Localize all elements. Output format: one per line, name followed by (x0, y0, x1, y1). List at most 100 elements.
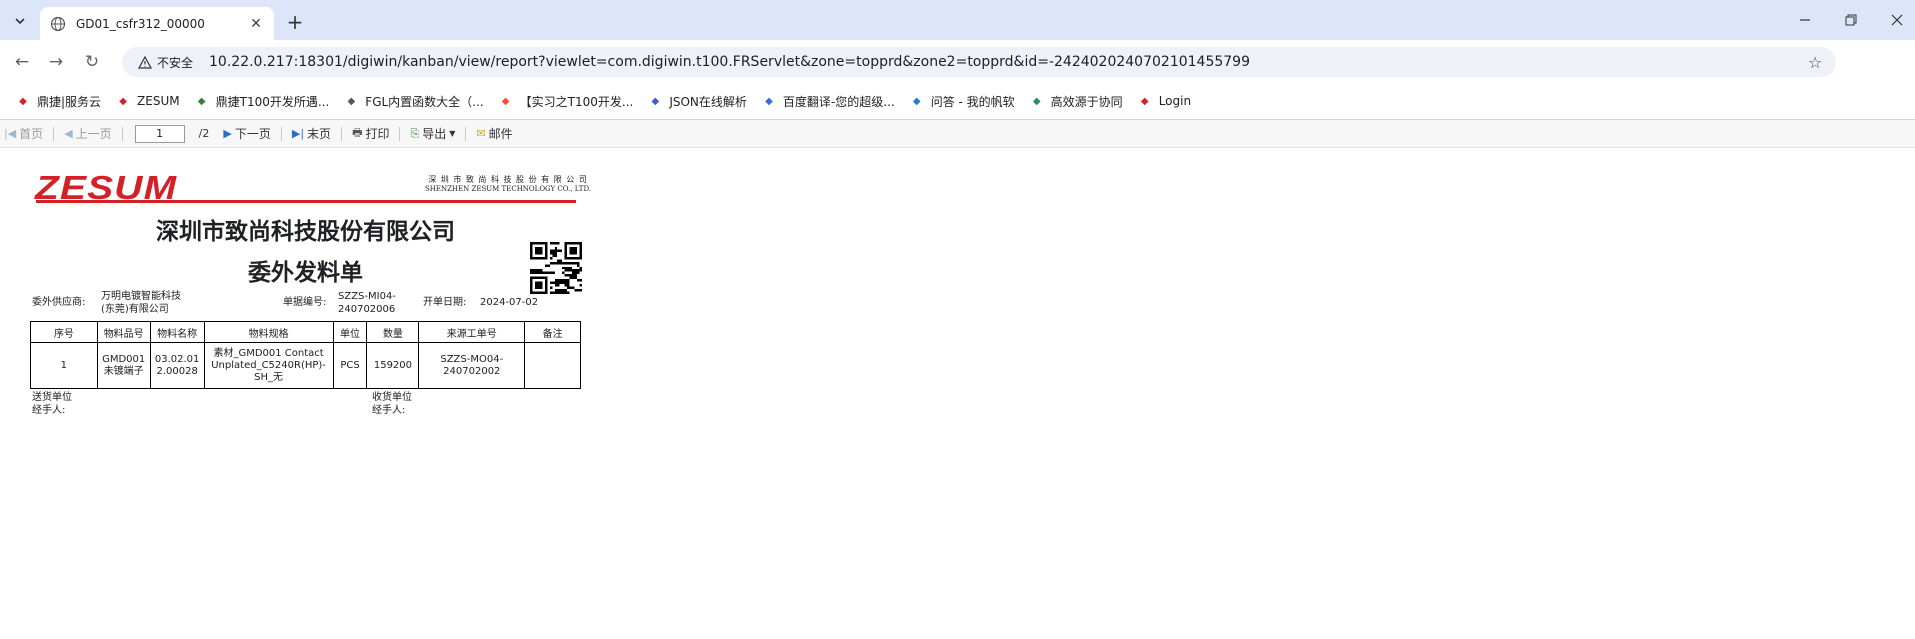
print-button[interactable]: 🖶 打印 (348, 123, 393, 145)
last-page-icon: ▶| (291, 127, 305, 140)
bookmark-label: 【实习之T100开发... (519, 94, 634, 109)
close-window-button[interactable] (1882, 8, 1912, 32)
deliver-block: 送货单位 经手人: (32, 391, 72, 417)
receive-handler-label: 经手人: (372, 405, 406, 416)
bookmark-item[interactable]: ◆ FGL内置函数大全（... (338, 88, 488, 114)
toolbar-separator (121, 126, 123, 141)
json-icon: ◆ (651, 95, 660, 107)
date-value: 2024-07-02 (480, 297, 539, 308)
bookmark-item[interactable]: ◆ ZESUM (110, 88, 185, 114)
item-no-line1: GMD001 (102, 353, 146, 365)
security-chip[interactable]: 不安全 (130, 50, 201, 74)
report-page: ZESUM 深 圳 市 致 尚 科 技 股 份 有 限 公 司 SHENZHEN… (28, 168, 591, 428)
first-page-button[interactable]: |◀ 首页 (0, 123, 47, 145)
column-header: 数量 (366, 321, 420, 343)
toolbar-separator (399, 126, 401, 141)
bookmark-item[interactable]: ◆ 【实习之T100开发... (493, 88, 639, 114)
new-tab-button[interactable]: + (282, 9, 308, 35)
reload-button[interactable]: ↻ (78, 49, 106, 75)
page-total: /2 (198, 127, 210, 140)
active-tab[interactable]: GD01_csfr312_00000 ✕ (40, 7, 274, 40)
function-icon: ◆ (347, 95, 356, 107)
print-label: 打印 (365, 127, 390, 141)
bookmark-star-button[interactable]: ☆ (1804, 51, 1826, 73)
print-icon: 🖶 (352, 126, 363, 139)
supplier-label: 委外供应商: (32, 297, 86, 308)
dingjie-logo-icon: ◆ (19, 95, 27, 107)
minimize-icon (1800, 19, 1810, 21)
cell-item-no: GMD001 未镀端子 (96, 342, 151, 389)
back-button[interactable]: ← (8, 49, 36, 75)
export-button[interactable]: ⎘ 导出 ▼ (406, 123, 459, 145)
bookmark-label: FGL内置函数大全（... (365, 94, 484, 109)
last-page-button[interactable]: ▶| 末页 (288, 123, 335, 145)
cell-item-name: 03.02.01 2.00028 (149, 342, 205, 389)
docno-label: 单据编号: (283, 297, 327, 308)
export-icon: ⎘ (410, 126, 420, 140)
deliver-handler-label: 经手人: (32, 405, 66, 416)
tab-search-button[interactable] (6, 8, 34, 34)
column-header: 备注 (524, 321, 581, 343)
star-icon: ☆ (1807, 52, 1823, 72)
bookmark-item[interactable]: ◆ 百度翻译-您的超级... (756, 88, 900, 114)
bookmark-item[interactable]: ◆ Login (1132, 88, 1196, 114)
zesum-logo: ZESUM (35, 169, 178, 206)
qr-code (530, 242, 582, 294)
mail-button[interactable]: ✉ 邮件 (472, 123, 516, 145)
login-logo-icon: ◆ (1140, 95, 1149, 107)
export-label: 导出 (422, 127, 447, 141)
docno-line1: SZZS-MI04- (338, 291, 396, 302)
column-header: 物料名称 (149, 321, 205, 343)
next-page-button[interactable]: ▶ 下一页 (219, 123, 274, 145)
column-header: 序号 (30, 321, 98, 343)
bookmark-item[interactable]: ◆ 鼎捷T100开发所遇... (189, 88, 335, 114)
mail-label: 邮件 (488, 127, 513, 141)
table-header-row: 序号 物料品号 物料名称 物料规格 单位 数量 来源工单号 备注 (30, 321, 581, 343)
cell-source: SZZS-MO04- 240702002 (418, 342, 526, 389)
bookmark-item[interactable]: ◆ 高效源于协同 (1024, 88, 1128, 114)
receive-unit-label: 收货单位 (372, 392, 412, 403)
url-text[interactable]: 10.22.0.217:18301/digiwin/kanban/view/re… (209, 54, 1250, 70)
close-tab-icon[interactable]: ✕ (248, 16, 264, 32)
item-name-line1: 03.02.01 (154, 353, 200, 365)
chevron-down-icon (15, 18, 25, 25)
bookmark-item[interactable]: ◆ 鼎捷|服务云 (10, 88, 106, 114)
item-no-line2: 未镀端子 (103, 365, 144, 377)
spec-line3: SH_无 (254, 371, 284, 383)
item-name-line2: 2.00028 (156, 365, 198, 377)
restore-button[interactable] (1836, 8, 1866, 32)
minimize-button[interactable] (1790, 8, 1820, 32)
mail-icon: ✉ (476, 127, 486, 140)
csdn-icon: ◆ (501, 95, 510, 107)
arrow-left-icon: ← (14, 52, 30, 72)
bookmark-label: 鼎捷T100开发所遇... (215, 94, 330, 109)
bookmark-item[interactable]: ◆ JSON在线解析 (642, 88, 752, 114)
date-label: 开单日期: (423, 297, 467, 308)
prev-page-button[interactable]: ◀ 上一页 (60, 123, 115, 145)
supplier-line2: (东莞)有限公司 (101, 304, 169, 315)
page-number-input[interactable]: 1 (134, 124, 185, 143)
title-bar: GD01_csfr312_00000 ✕ + (0, 0, 1915, 40)
bookmark-label: 鼎捷|服务云 (37, 94, 102, 109)
cell-qty: 159200 (366, 342, 420, 389)
bookmark-item[interactable]: ◆ 问答 - 我的帆软 (904, 88, 1020, 114)
toolbar-separator (53, 126, 55, 141)
column-header: 单位 (332, 321, 368, 343)
source-line2: 240702002 (443, 365, 501, 377)
bookmark-label: 高效源于协同 (1050, 94, 1123, 109)
column-header: 物料品号 (96, 321, 151, 343)
reload-icon: ↻ (84, 52, 100, 72)
first-page-label: 首页 (19, 127, 44, 141)
forward-button[interactable]: → (42, 49, 70, 75)
tab-title: GD01_csfr312_00000 (76, 16, 205, 31)
column-header: 物料规格 (203, 321, 334, 343)
spec-line2: Unplated_C5240R(HP)- (211, 359, 326, 371)
bookmark-label: Login (1158, 94, 1192, 108)
first-page-icon: |◀ (4, 127, 17, 140)
browser-toolbar: ← → ↻ 不安全 10.22.0.217:18301/digiwin/kanb… (0, 40, 1915, 116)
address-bar[interactable]: 不安全 10.22.0.217:18301/digiwin/kanban/vie… (122, 47, 1836, 77)
prev-page-label: 上一页 (75, 127, 112, 141)
report-toolbar: |◀ 首页 ◀ 上一页 1 /2 ▶ 下一页 ▶| 末页 🖶 打印 ⎘ 导出 ▼ ✉ 邮件 (0, 120, 1915, 148)
bookmark-label: 问答 - 我的帆软 (930, 94, 1015, 109)
toolbar-separator (465, 126, 467, 141)
